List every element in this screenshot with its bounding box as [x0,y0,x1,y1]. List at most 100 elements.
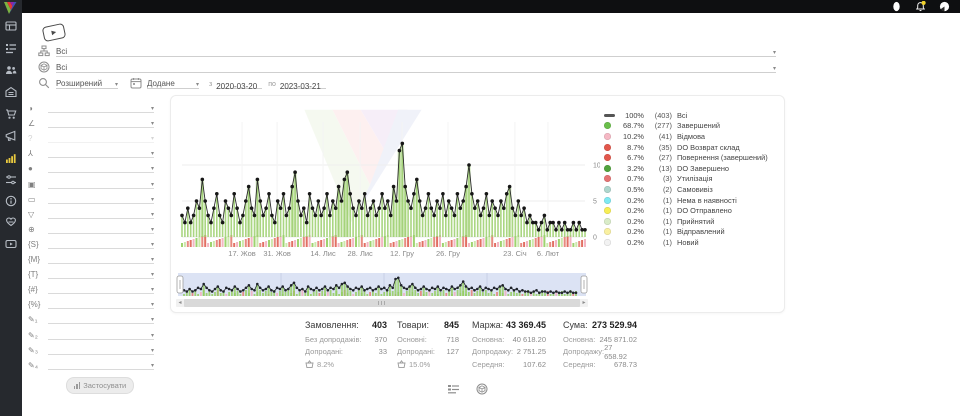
dropdown-underline[interactable]: ▾ [48,174,154,189]
legend-item[interactable]: 8.7%(35)DO Возврат склад [604,142,780,153]
list-view-icon[interactable] [447,383,460,395]
dropdown-underline[interactable]: ▾ [48,355,154,370]
dropdown-underline[interactable]: ▾ [48,249,154,264]
filter-brand-dropdown[interactable]: ●▾ [28,159,154,173]
dropdown-underline[interactable]: ▾ [48,219,154,234]
filter-var-x-dropdown[interactable]: {%}▾ [28,295,154,309]
braces-m-icon: {M} [28,255,48,264]
filter-var-t-dropdown[interactable]: {T}▾ [28,265,154,279]
chevron-down-icon[interactable]: ▾ [773,50,776,56]
stat-sub-label: Допродажу: [563,347,604,356]
filter-marketplace-dropdown[interactable]: ◑▾ [28,99,154,113]
search-icon[interactable] [38,77,50,89]
filter-var-m-dropdown[interactable]: {M}▾ [28,250,154,264]
filter-custom-4-dropdown[interactable]: ✎₄▾ [28,356,154,370]
orders-list-icon[interactable] [5,42,17,54]
dashboard-icon[interactable] [5,20,17,32]
video-tutorials-icon[interactable] [5,238,17,250]
svg-text:14. Лис: 14. Лис [310,249,336,258]
filter-price-dropdown[interactable]: ▭▾ [28,190,154,204]
account-icon[interactable] [939,1,950,12]
date-to-input[interactable]: 2023-03-21 [280,76,326,89]
legend-item[interactable]: 6.7%(27)Повернення (завершений) [604,152,780,163]
filter-var-h-dropdown[interactable]: {#}▾ [28,280,154,294]
dropdown-underline[interactable]: ▾ [48,128,154,143]
video-tutorial-button[interactable]: ▶ [42,23,67,42]
filter-custom-2-dropdown[interactable]: ✎₂▾ [28,326,154,340]
date-field-dropdown[interactable]: Додане ▾ [147,76,199,89]
search-date-row: Розширений ▾ Додане ▾ з 2020-03-20 по 20… [38,76,326,89]
warehouse-icon[interactable] [5,86,17,98]
filter-var-s-dropdown[interactable]: {S}▾ [28,235,154,249]
filter-help-dropdown[interactable]: ?▾ [28,129,154,143]
chevron-down-icon: ▾ [151,287,154,293]
partners-icon[interactable] [5,216,17,228]
filter-structure-dropdown[interactable]: ⅄▾ [28,144,154,158]
profile-avatar-icon[interactable] [891,1,902,12]
dropdown-underline[interactable]: ▾ [48,143,154,158]
legend-item[interactable]: 0.5%(2)Самовивіз [604,184,780,195]
chart-minimap[interactable] [176,272,588,298]
scroll-right-icon[interactable]: ▸ [580,299,588,307]
dropdown-underline[interactable]: ▾ [48,279,154,294]
info-icon[interactable] [5,195,17,207]
filter-website-dropdown[interactable]: ⊕▾ [28,220,154,234]
chevron-down-icon: ▾ [151,197,154,203]
legend-item[interactable]: 10.2%(41)Відмова [604,131,780,142]
settings-sliders-icon[interactable] [5,174,17,186]
main-chart[interactable]: 051017. Жов31. Жов14. Лис28. Лис12. Гру2… [172,97,600,265]
dropdown-underline[interactable]: ▾ [48,189,154,204]
legend-item[interactable]: 0.2%(1)DO Отправлено [604,205,780,216]
search-mode-dropdown[interactable]: Розширений ▾ [56,76,118,89]
filter-custom-1-dropdown[interactable]: ✎₁▾ [28,310,154,324]
chevron-down-icon: ▾ [151,348,154,354]
svg-text:10: 10 [593,163,600,170]
dropdown-underline[interactable]: ▾ [48,98,154,113]
cart-icon[interactable] [5,108,17,120]
analytics-chart-icon[interactable] [5,152,17,164]
customers-icon[interactable] [5,64,17,76]
filter-product-type-dropdown[interactable]: ▣▾ [28,175,154,189]
dropdown-underline[interactable]: ▾ [48,325,154,340]
filter-custom-3-dropdown[interactable]: ✎₃ ▾ [28,341,154,355]
notifications-bell-icon[interactable] [915,1,926,12]
scroll-left-icon[interactable]: ◂ [176,299,184,307]
legend-item[interactable]: 0.2%(1)Нема в наявності [604,195,780,206]
dropdown-underline[interactable]: ▾ [48,234,154,249]
dropdown-underline[interactable]: ▾ [48,158,154,173]
legend-item[interactable]: 0.2%(1)Відправлений [604,227,780,238]
filter-product-dropdown[interactable]: Всі ▾ [38,60,776,73]
legend-item[interactable]: 0.7%(3)Утилізація [604,174,780,185]
package-view-icon[interactable] [476,383,488,395]
legend-item[interactable]: 100%(403)Всі [604,110,780,121]
dropdown-underline[interactable]: ▾ [48,294,154,309]
scrollbar-thumb[interactable] [184,299,580,307]
from-label: з [209,81,212,88]
date-from-input[interactable]: 2020-03-20 [216,76,262,89]
dropdown-underline[interactable]: ▾ [48,113,154,128]
dropdown-underline[interactable]: ▾ [48,204,154,219]
pencil-3-icon: ✎₃ [28,346,48,355]
dropdown-underline[interactable]: ▾ [48,264,154,279]
filter-funnel-dropdown[interactable]: ▽▾ [28,205,154,219]
chevron-down-icon: ▾ [151,212,154,218]
legend-item[interactable]: 68.7%(277)Завершений [604,121,780,132]
legend-item[interactable]: 3.2%(13)DO Завершено [604,163,780,174]
chevron-down-icon[interactable]: ▾ [773,66,776,72]
legend-item[interactable]: 0.2%(1)Новий [604,237,780,248]
dropdown-underline[interactable]: ▾ [48,309,154,324]
legend-item[interactable]: 0.2%(1)Прийнятий [604,216,780,227]
chart-scrollbar[interactable]: ◂ ▸ [176,299,588,307]
dropdown-underline[interactable]: ▾ [48,340,154,355]
legend-label: Прийнятий [677,217,714,226]
question-circle-icon: ? [28,134,48,143]
legend-dot-swatch [604,228,617,235]
filter-price-trend-dropdown[interactable]: ∠▾ [28,114,154,128]
stat-column: Маржа:43 369.45Основна:40 618.20Допродаж… [472,320,546,371]
svg-text:12. Гру: 12. Гру [390,249,414,258]
marketing-megaphone-icon[interactable] [5,130,17,142]
filter-category-dropdown[interactable]: Всі ▾ [38,44,776,57]
chevron-down-icon: ▾ [115,82,118,88]
app-logo[interactable] [3,1,19,15]
apply-button[interactable]: Застосувати [66,377,134,394]
